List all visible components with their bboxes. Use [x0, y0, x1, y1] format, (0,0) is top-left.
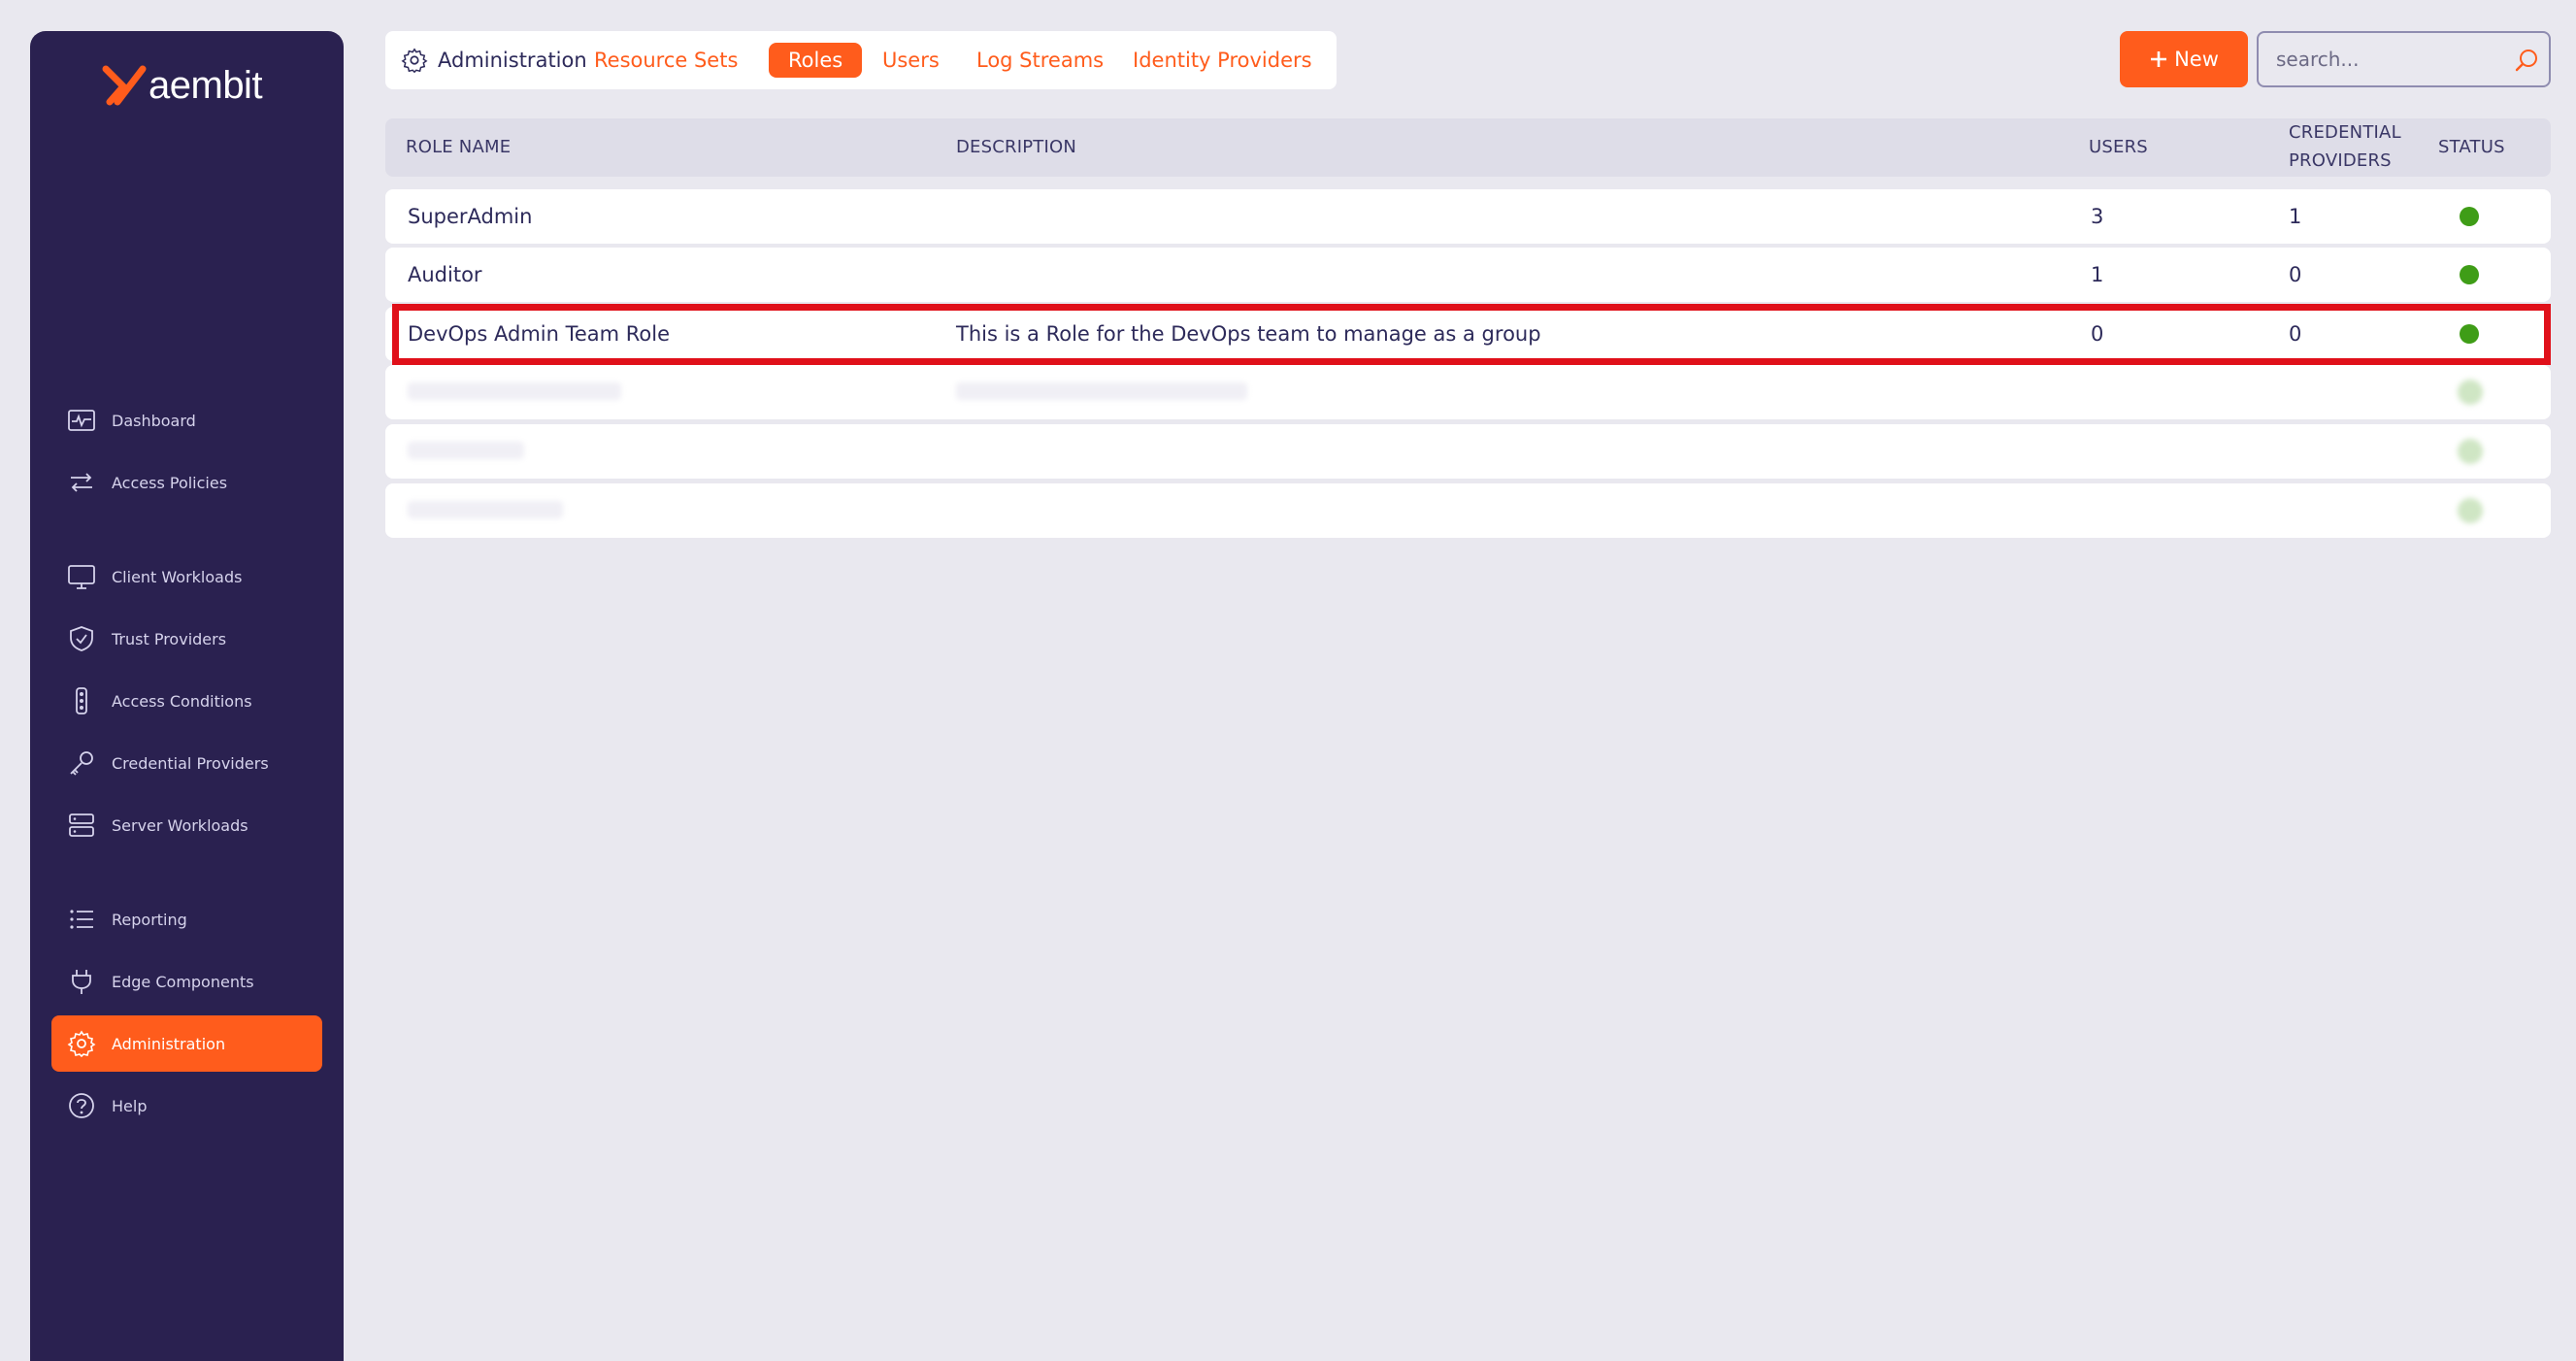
sidebar-item-administration[interactable]: Administration [51, 1015, 322, 1072]
sidebar-item-access-conditions[interactable]: Access Conditions [51, 673, 322, 729]
credential-providers-cell: 0 [2289, 322, 2302, 346]
help-icon [69, 1093, 94, 1118]
new-button-label: New [2174, 48, 2219, 71]
admin-section-title: Administration [438, 49, 587, 72]
table-row-redacted[interactable] [385, 483, 2551, 538]
sidebar-item-label: Dashboard [112, 411, 196, 430]
status-active-indicator [2458, 439, 2483, 464]
aembit-x-logo-icon [102, 65, 147, 106]
tab-users[interactable]: Users [882, 43, 940, 78]
sidebar-item-label: Access Policies [112, 473, 228, 492]
table-row-redacted[interactable] [385, 365, 2551, 419]
role-name-cell: SuperAdmin [408, 205, 533, 228]
table-header: ROLE NAME DESCRIPTION USERS CREDENTIAL P… [385, 118, 2551, 177]
sidebar-item-dashboard[interactable]: Dashboard [51, 392, 322, 448]
column-header-users[interactable]: USERS [2089, 133, 2148, 161]
gear-icon [67, 1030, 96, 1058]
sidebar-item-label: Client Workloads [112, 567, 243, 586]
search-icon[interactable] [2514, 47, 2541, 74]
sidebar-item-trust-providers[interactable]: Trust Providers [51, 611, 322, 667]
search-input[interactable] [2276, 33, 2499, 85]
gear-icon [401, 48, 428, 74]
column-header-credential-providers[interactable]: CREDENTIAL PROVIDERS [2289, 118, 2401, 175]
users-cell: 0 [2091, 322, 2104, 346]
traffic-light-icon [76, 687, 87, 714]
sidebar-item-access-policies[interactable]: Access Policies [51, 454, 322, 511]
column-header-description[interactable]: DESCRIPTION [956, 133, 1076, 161]
sidebar-item-label: Access Conditions [112, 691, 252, 711]
table-row[interactable]: SuperAdmin 3 1 [385, 189, 2551, 244]
column-header-line: PROVIDERS [2289, 150, 2392, 171]
sidebar-item-credential-providers[interactable]: Credential Providers [51, 735, 322, 791]
sidebar-item-label: Credential Providers [112, 753, 269, 773]
tab-identity-providers[interactable]: Identity Providers [1133, 43, 1312, 78]
shield-icon [70, 626, 93, 651]
tab-log-streams[interactable]: Log Streams [976, 43, 1104, 78]
table-row-redacted[interactable] [385, 424, 2551, 479]
column-header-line: CREDENTIAL [2289, 122, 2401, 143]
status-active-indicator [2458, 380, 2483, 405]
sidebar-item-server-workloads[interactable]: Server Workloads [51, 797, 322, 853]
table-row[interactable]: Auditor 1 0 [385, 248, 2551, 302]
credential-providers-cell: 0 [2289, 263, 2302, 286]
chart-icon [68, 410, 95, 431]
redacted-cell [956, 382, 1247, 400]
brand-name: aembit [149, 63, 263, 107]
admin-tabbar: Administration Resource Sets Roles Users… [385, 31, 1337, 89]
sidebar-item-label: Edge Components [112, 972, 254, 991]
sidebar-item-label: Administration [112, 1034, 226, 1053]
status-active-indicator [2458, 498, 2483, 523]
column-header-status[interactable]: STATUS [2438, 133, 2505, 161]
users-cell: 1 [2091, 263, 2104, 286]
server-icon [69, 813, 94, 837]
sidebar-item-edge-components[interactable]: Edge Components [51, 953, 322, 1010]
tab-resource-sets[interactable]: Resource Sets [594, 43, 738, 78]
plug-icon [72, 970, 91, 994]
role-name-cell: Auditor [408, 263, 482, 286]
sidebar-item-help[interactable]: Help [51, 1078, 322, 1134]
aembit-logo[interactable]: aembit [102, 56, 263, 115]
table-row-selected[interactable]: DevOps Admin Team Role This is a Role fo… [385, 307, 2551, 361]
arrows-icon [71, 473, 92, 492]
sidebar-item-client-workloads[interactable]: Client Workloads [51, 548, 322, 605]
tab-roles[interactable]: Roles [769, 43, 863, 78]
admin-section-label: Administration [401, 31, 587, 89]
status-active-indicator [2460, 207, 2479, 226]
status-active-indicator [2460, 265, 2479, 284]
search-box [2257, 31, 2551, 87]
plus-icon [2151, 51, 2167, 67]
sidebar-item-label: Reporting [112, 910, 187, 929]
list-icon [70, 910, 93, 929]
new-button[interactable]: New [2120, 31, 2248, 87]
redacted-cell [408, 501, 563, 518]
role-name-cell: DevOps Admin Team Role [408, 322, 671, 346]
sidebar-item-label: Trust Providers [112, 629, 227, 648]
monitor-icon [68, 565, 95, 589]
key-icon [70, 751, 93, 776]
sidebar-item-label: Help [112, 1096, 148, 1115]
credential-providers-cell: 1 [2289, 205, 2302, 228]
sidebar-item-reporting[interactable]: Reporting [51, 891, 322, 947]
users-cell: 3 [2091, 205, 2104, 228]
column-header-role-name[interactable]: ROLE NAME [406, 133, 511, 161]
sidebar-item-label: Server Workloads [112, 815, 248, 835]
redacted-cell [408, 382, 621, 400]
sidebar: aembit Dashboard Access Policies Client … [30, 31, 344, 1361]
description-cell: This is a Role for the DevOps team to ma… [956, 322, 1541, 346]
status-active-indicator [2460, 324, 2479, 344]
redacted-cell [408, 442, 524, 459]
